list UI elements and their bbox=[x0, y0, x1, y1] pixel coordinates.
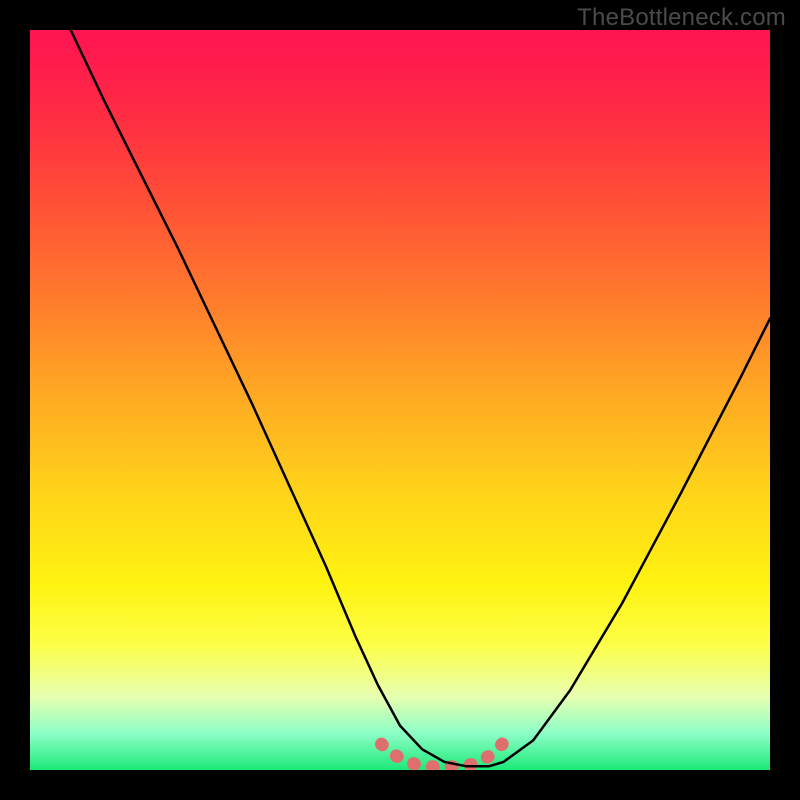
plot-area bbox=[30, 30, 770, 770]
watermark-label: TheBottleneck.com bbox=[577, 4, 786, 32]
main-curve bbox=[71, 30, 770, 766]
chart-frame: TheBottleneck.com bbox=[0, 0, 800, 800]
trough-marker bbox=[382, 743, 504, 767]
curve-layer bbox=[30, 30, 770, 770]
